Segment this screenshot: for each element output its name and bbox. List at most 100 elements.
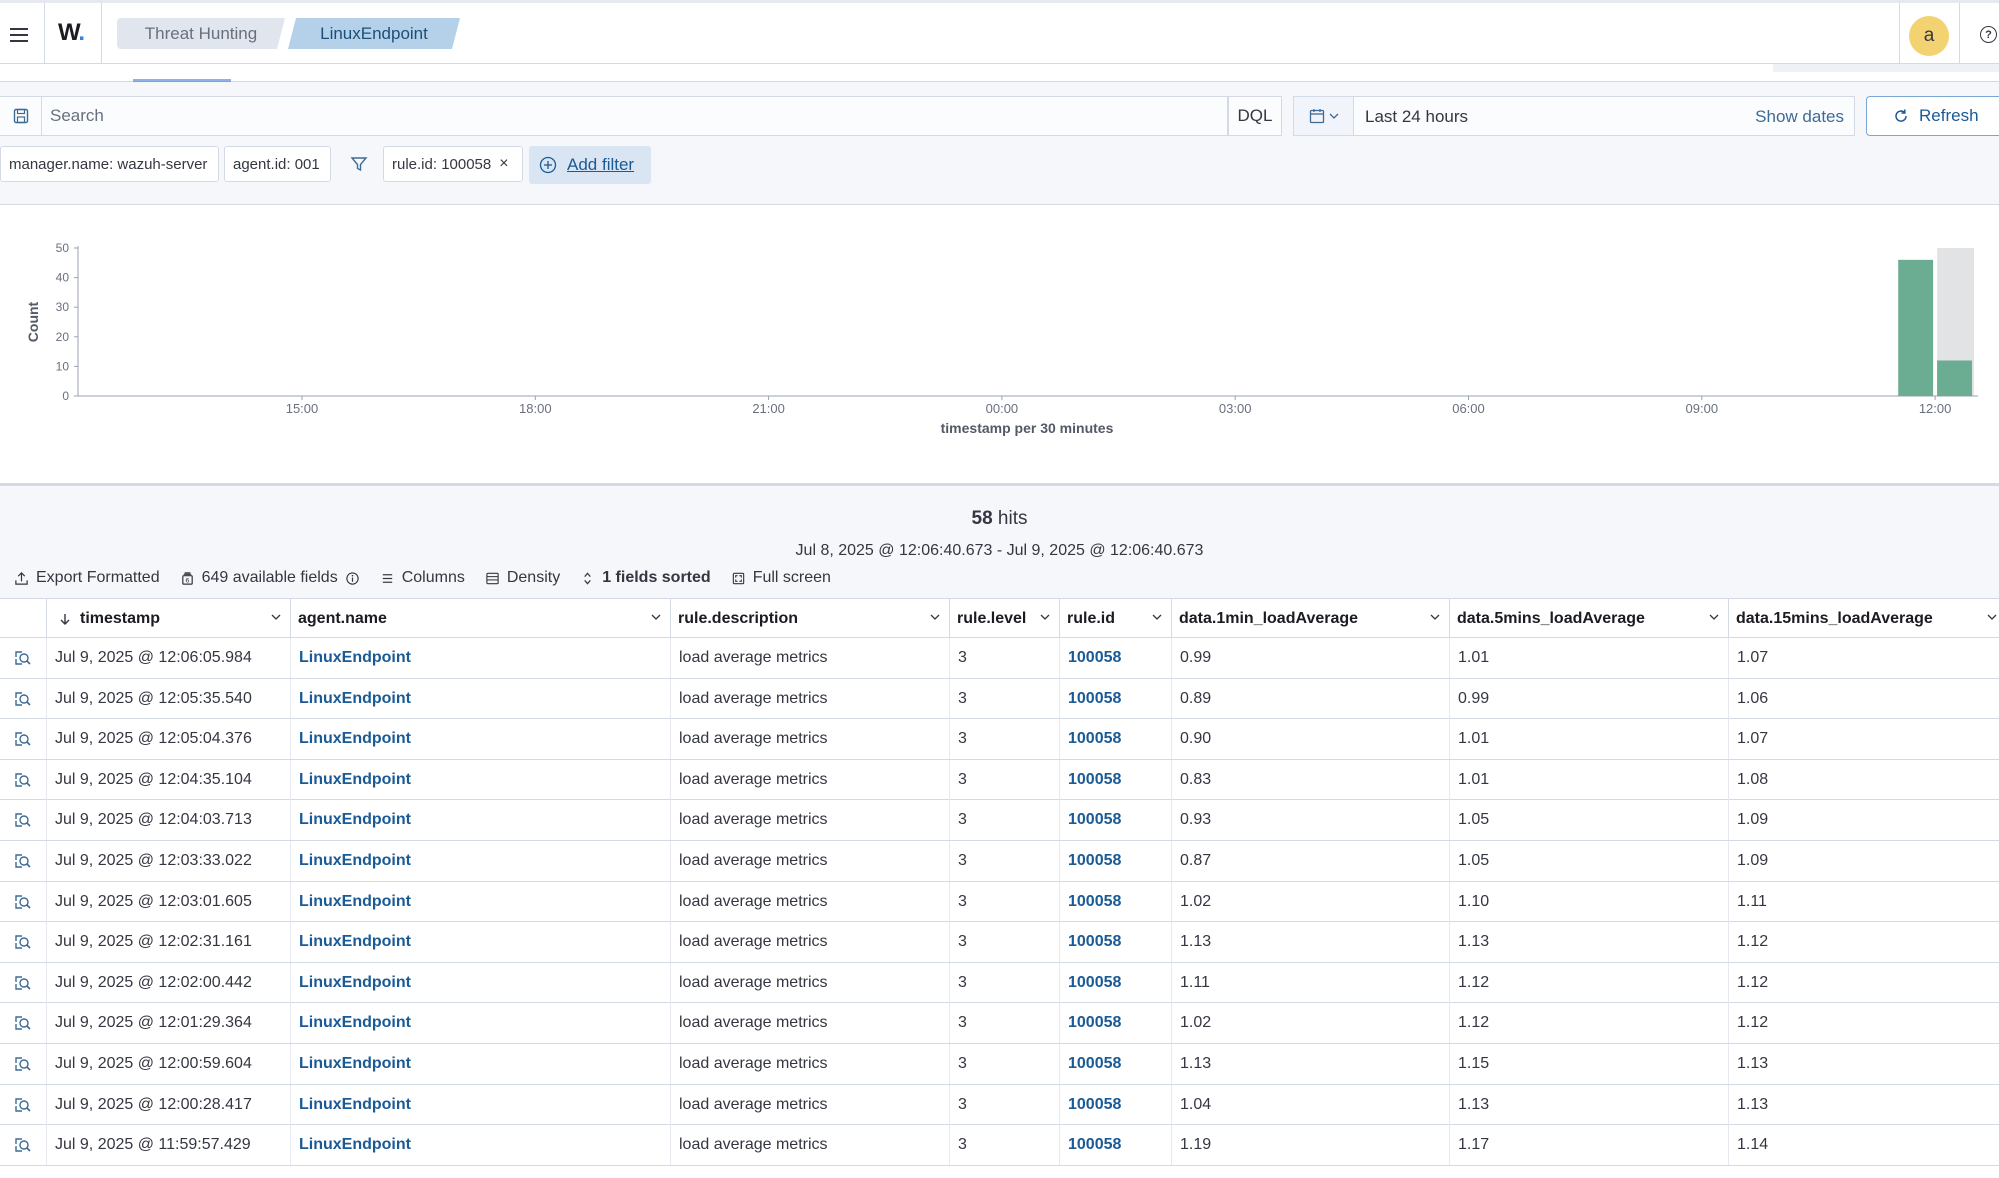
density-label: Density [506,569,561,586]
chevron-down-icon[interactable] [650,611,662,623]
cell-rule-id[interactable]: 100058 [1059,719,1171,760]
column-header-data-15mins-loadaverage[interactable]: data.15mins_loadAverage [1728,599,1999,638]
breadcrumb-linuxendpoint[interactable]: LinuxEndpoint [288,18,460,49]
column-header-rule-level[interactable]: rule.level [949,599,1059,638]
cell-rule-id[interactable]: 100058 [1059,1044,1171,1084]
wazuh-logo[interactable]: W. [58,19,85,47]
help-icon[interactable]: ? [1980,26,1997,43]
table-row: Jul 9, 2025 @ 12:00:28.417 LinuxEndpoint l… [0,1084,1999,1126]
calendar-icon[interactable] [1294,97,1354,135]
chevron-down-icon[interactable] [1039,611,1051,623]
cell-rule-id[interactable]: 100058 [1059,800,1171,841]
cell-rule-id[interactable]: 100058 [1059,1003,1171,1044]
x-tick-label: 12:00 [1919,401,1952,416]
column-header-rule-description[interactable]: rule.description [670,599,949,638]
info-icon[interactable] [345,571,360,586]
cell-agent-name[interactable]: LinuxEndpoint [290,962,670,1003]
density-button[interactable]: Density [485,569,560,587]
query-language-button[interactable]: DQL [1228,96,1282,136]
column-header-rule-id[interactable]: rule.id [1059,599,1171,638]
inspect-document-icon[interactable] [0,882,46,922]
cell-timestamp: Jul 9, 2025 @ 12:04:03.713 [46,800,290,841]
cell-agent-name[interactable]: LinuxEndpoint [290,1044,670,1084]
add-filter-label: Add filter [567,155,635,174]
fields-icon: 6 [181,571,193,585]
cell-rule-id[interactable]: 100058 [1059,638,1171,678]
cell-agent-name[interactable]: LinuxEndpoint [290,638,670,678]
fullscreen-button[interactable]: Full screen [731,569,831,587]
filter-pill[interactable]: manager.name: wazuh-server [0,146,219,182]
cell-agent-name[interactable]: LinuxEndpoint [290,1003,670,1044]
sort-button[interactable]: 1 fields sorted [580,569,711,587]
saved-query-icon[interactable] [0,96,42,136]
cell-agent-name[interactable]: LinuxEndpoint [290,800,670,841]
show-dates-link[interactable]: Show dates [1755,107,1844,127]
cell-timestamp: Jul 9, 2025 @ 12:02:31.161 [46,922,290,963]
column-header-agent-name[interactable]: agent.name [290,599,670,638]
cell-rule-id[interactable]: 100058 [1059,881,1171,922]
cell-15min-load: 1.14 [1728,1125,1999,1166]
column-header-data-1min-loadaverage[interactable]: data.1min_loadAverage [1171,599,1449,638]
cell-rule-id[interactable]: 100058 [1059,962,1171,1003]
cell-rule-id[interactable]: 100058 [1059,1125,1171,1166]
histogram-bar[interactable] [1937,360,1972,396]
top-header: W. Threat Hunting LinuxEndpoint a ? [0,0,1999,64]
inspect-document-icon[interactable] [0,1003,46,1043]
inspect-document-icon[interactable] [0,719,46,759]
cell-rule-id[interactable]: 100058 [1059,1084,1171,1125]
cell-rule-level: 3 [949,922,1059,963]
column-header-data-5mins-loadaverage[interactable]: data.5mins_loadAverage [1449,599,1728,638]
chevron-down-icon[interactable] [1151,611,1163,623]
cell-rule-id[interactable]: 100058 [1059,922,1171,963]
available-fields-button[interactable]: 6 649 available fields [180,569,360,587]
cell-agent-name[interactable]: LinuxEndpoint [290,1125,670,1166]
inspect-document-icon[interactable] [0,1125,46,1165]
sort-descending-icon[interactable] [58,612,72,626]
histogram-bar[interactable] [1898,259,1934,396]
cell-rule-id[interactable]: 100058 [1059,759,1171,800]
refresh-button[interactable]: Refresh [1866,96,1999,136]
filter-icon[interactable] [349,154,369,174]
cell-agent-name[interactable]: LinuxEndpoint [290,1084,670,1125]
filter-pill[interactable]: agent.id: 001 [224,146,331,182]
cell-agent-name[interactable]: LinuxEndpoint [290,678,670,719]
user-avatar[interactable]: a [1909,16,1949,56]
cell-agent-name[interactable]: LinuxEndpoint [290,881,670,922]
inspect-document-icon[interactable] [0,963,46,1003]
export-button[interactable]: Export Formatted [14,569,160,587]
add-filter-button[interactable]: Add filter [529,146,651,184]
date-range-text[interactable]: Last 24 hours [1365,107,1468,127]
cell-agent-name[interactable]: LinuxEndpoint [290,759,670,800]
histogram-chart[interactable]: 0 10 20 30 40 50 15:00 18:00 21:00 00:00 03:00 06:0… [0,205,1999,487]
inspect-document-icon[interactable] [0,638,46,678]
inspect-document-icon[interactable] [0,800,46,840]
inspect-document-icon[interactable] [0,1044,46,1084]
table-row: Jul 9, 2025 @ 12:03:01.605 LinuxEndpoint l… [0,881,1999,923]
date-picker[interactable]: Last 24 hours Show dates [1293,96,1855,136]
cell-rule-level: 3 [949,1125,1059,1166]
inspect-document-icon[interactable] [0,760,46,800]
cell-5min-load: 1.15 [1449,1044,1728,1084]
inspect-document-icon[interactable] [0,679,46,719]
remove-filter-icon[interactable]: × [499,155,508,173]
columns-button[interactable]: Columns [380,569,465,587]
chevron-down-icon[interactable] [270,611,282,623]
cell-agent-name[interactable]: LinuxEndpoint [290,719,670,760]
filter-pill[interactable]: rule.id: 100058 × [383,146,523,182]
chevron-down-icon[interactable] [1429,611,1441,623]
inspect-document-icon[interactable] [0,841,46,881]
cell-rule-id[interactable]: 100058 [1059,841,1171,881]
chevron-down-icon[interactable] [929,611,941,623]
cell-rule-id[interactable]: 100058 [1059,678,1171,719]
inspect-document-icon[interactable] [0,1085,46,1125]
inspect-document-icon[interactable] [0,922,46,962]
menu-icon[interactable] [4,21,34,49]
cell-agent-name[interactable]: LinuxEndpoint [290,922,670,963]
cell-agent-name[interactable]: LinuxEndpoint [290,841,670,881]
chevron-down-icon[interactable] [1986,611,1998,623]
search-input[interactable]: Search [42,96,1228,136]
cell-rule-description: load average metrics [670,638,949,678]
breadcrumb-threat-hunting[interactable]: Threat Hunting [117,18,285,49]
chevron-down-icon[interactable] [1708,611,1720,623]
column-header-timestamp[interactable]: timestamp [46,599,290,638]
